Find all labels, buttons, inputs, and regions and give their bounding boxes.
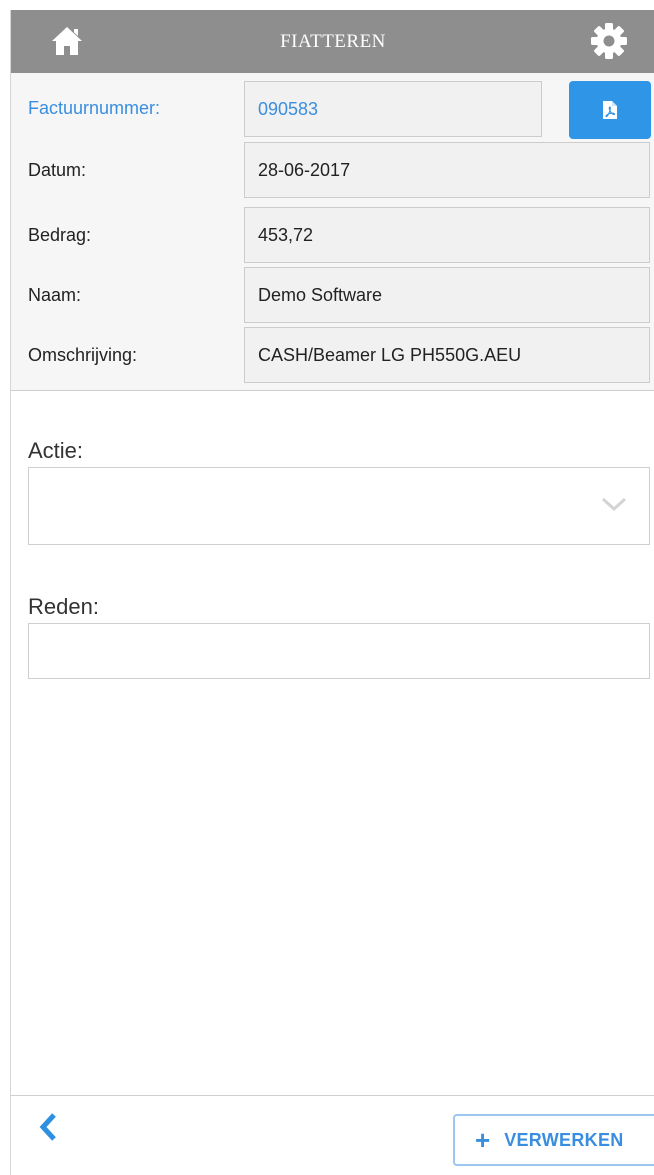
action-select[interactable]: [28, 467, 650, 545]
name-value: Demo Software: [244, 267, 650, 323]
app-window: FIATTEREN Factuurnummer: 090583 Datum: 2…: [10, 10, 654, 1175]
reason-input[interactable]: [28, 623, 650, 679]
pdf-file-icon: [603, 101, 617, 119]
back-button[interactable]: [33, 1110, 63, 1144]
amount-value: 453,72: [244, 207, 650, 263]
footer-bar: + VERWERKEN: [11, 1095, 654, 1175]
chevron-down-icon: [601, 497, 627, 512]
invoice-number-label: Factuurnummer:: [28, 98, 161, 118]
gear-icon: [591, 23, 627, 59]
invoice-number-value: 090583: [244, 81, 542, 137]
process-button-label: VERWERKEN: [504, 1129, 624, 1150]
home-button[interactable]: [49, 23, 85, 59]
name-label: Naam:: [28, 285, 82, 305]
header-bar: FIATTEREN: [11, 10, 654, 73]
page-title: FIATTEREN: [280, 30, 386, 52]
date-value: 28-06-2017: [244, 142, 650, 198]
action-label: Actie:: [28, 438, 84, 463]
date-label: Datum:: [28, 160, 87, 180]
date-row: Datum: 28-06-2017: [11, 142, 654, 198]
invoice-number-row: Factuurnummer: 090583: [11, 81, 654, 137]
plus-icon: +: [475, 1125, 491, 1155]
reason-label: Reden:: [28, 594, 99, 619]
description-value: CASH/Beamer LG PH550G.AEU: [244, 327, 650, 383]
amount-label: Bedrag:: [28, 225, 92, 245]
settings-button[interactable]: [587, 21, 631, 61]
pdf-button[interactable]: [569, 81, 651, 139]
chevron-left-icon: [39, 1113, 56, 1141]
amount-row: Bedrag: 453,72: [11, 207, 654, 263]
invoice-details: Factuurnummer: 090583 Datum: 28-06-2017 …: [11, 73, 654, 391]
home-icon: [52, 27, 82, 55]
description-row: Omschrijving: CASH/Beamer LG PH550G.AEU: [11, 327, 654, 383]
description-label: Omschrijving:: [28, 345, 138, 365]
process-button[interactable]: + VERWERKEN: [453, 1114, 654, 1166]
name-row: Naam: Demo Software: [11, 267, 654, 323]
